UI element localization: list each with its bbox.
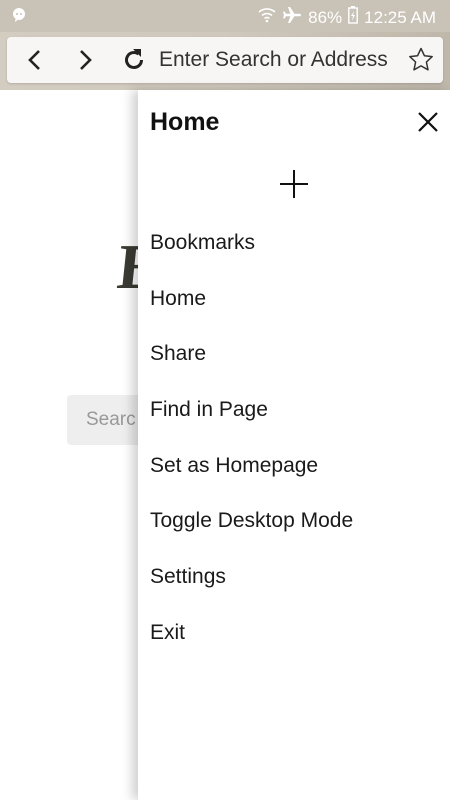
menu-item-find-in-page[interactable]: Find in Page	[150, 395, 440, 451]
clock: 12:25 AM	[364, 7, 436, 27]
page-search-placeholder: Searc	[86, 409, 136, 430]
forward-icon[interactable]	[71, 47, 97, 73]
reload-icon[interactable]	[121, 47, 147, 73]
close-icon[interactable]	[416, 110, 440, 134]
menu-item-exit[interactable]: Exit	[150, 618, 440, 674]
wifi-icon	[258, 7, 276, 28]
airplane-mode-icon	[282, 6, 302, 29]
battery-charging-icon	[348, 6, 359, 29]
menu-item-bookmarks[interactable]: Bookmarks	[150, 228, 440, 284]
battery-percent: 86%	[308, 7, 343, 27]
address-input[interactable]	[159, 45, 409, 75]
home-drawer: Home Bookmarks Home Share Find in Page S…	[138, 90, 450, 800]
browser-toolbar	[0, 32, 450, 90]
drawer-menu: Bookmarks Home Share Find in Page Set as…	[150, 228, 440, 674]
notification-icon	[12, 7, 26, 28]
back-icon[interactable]	[23, 47, 49, 73]
add-icon[interactable]	[278, 168, 310, 200]
star-icon[interactable]	[407, 46, 435, 74]
menu-item-share[interactable]: Share	[150, 339, 440, 395]
menu-item-home[interactable]: Home	[150, 284, 440, 340]
menu-item-set-as-homepage[interactable]: Set as Homepage	[150, 451, 440, 507]
menu-item-settings[interactable]: Settings	[150, 562, 440, 618]
address-bar	[7, 37, 443, 83]
drawer-title: Home	[150, 108, 220, 136]
menu-item-toggle-desktop-mode[interactable]: Toggle Desktop Mode	[150, 506, 440, 562]
status-bar: 86% 12:25 AM	[0, 0, 450, 32]
